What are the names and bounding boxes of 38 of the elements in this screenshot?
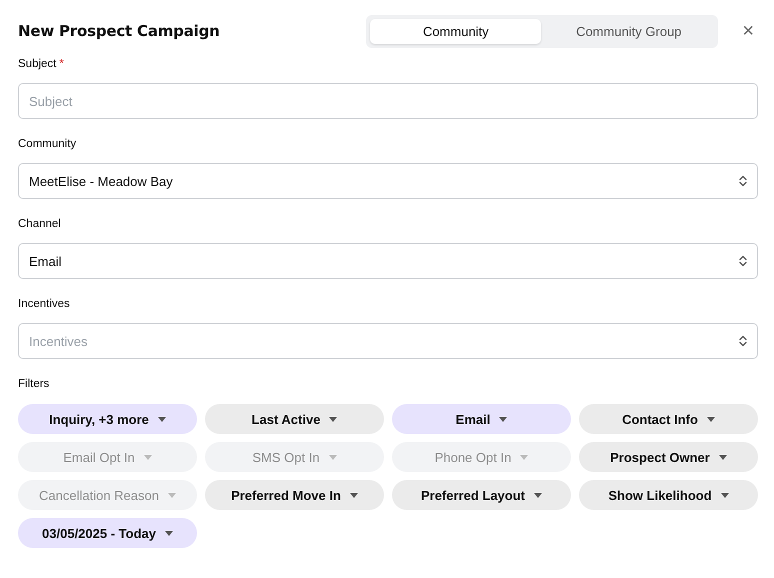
filter-chip[interactable]: Inquiry, +3 more	[18, 404, 197, 434]
filter-chip[interactable]: Email	[392, 404, 571, 434]
chevron-up-down-icon	[739, 335, 747, 347]
tab[interactable]: Community	[370, 18, 542, 44]
select-field[interactable]: MeetElise - Meadow Bay	[18, 163, 758, 199]
caret-icon	[520, 454, 528, 460]
filter-chip[interactable]: Show Likelihood	[579, 480, 758, 510]
caret-icon	[168, 492, 176, 498]
filter-chip[interactable]: Last Active	[205, 404, 384, 434]
caret-icon	[706, 416, 715, 422]
caret-icon	[534, 492, 542, 498]
chevron-up-down-icon	[739, 255, 747, 267]
select-field[interactable]: Email	[18, 243, 758, 279]
tab[interactable]: Community Group	[543, 18, 714, 44]
caret-icon	[164, 530, 173, 536]
text-field[interactable]: Subject	[18, 83, 758, 119]
caret-icon	[720, 492, 729, 498]
caret-icon	[158, 416, 166, 422]
caret-icon	[328, 454, 337, 460]
caret-icon	[499, 416, 508, 422]
dialog-title: New Prospect Campaign	[18, 22, 221, 40]
filter-chip[interactable]: Contact Info	[579, 404, 758, 434]
filter-chip[interactable]: Preferred Layout	[392, 480, 571, 510]
field-label: Incentives	[18, 298, 70, 312]
filter-chip[interactable]: Prospect Owner	[579, 442, 758, 472]
caret-icon	[350, 492, 358, 498]
field-label: Subject	[18, 58, 56, 72]
caret-icon	[329, 416, 338, 422]
field-label: Channel	[18, 218, 61, 232]
filter-chip[interactable]: Preferred Move In	[205, 480, 384, 510]
caret-icon	[718, 454, 727, 460]
close-button[interactable]: ×	[738, 21, 758, 41]
filters-label: Filters	[18, 378, 50, 392]
caret-icon	[144, 454, 152, 460]
required-mark: *	[59, 58, 64, 72]
field-label: Community	[18, 138, 76, 152]
chevron-up-down-icon	[739, 175, 747, 187]
filter-chip[interactable]: 03/05/2025 - Today	[18, 518, 197, 548]
